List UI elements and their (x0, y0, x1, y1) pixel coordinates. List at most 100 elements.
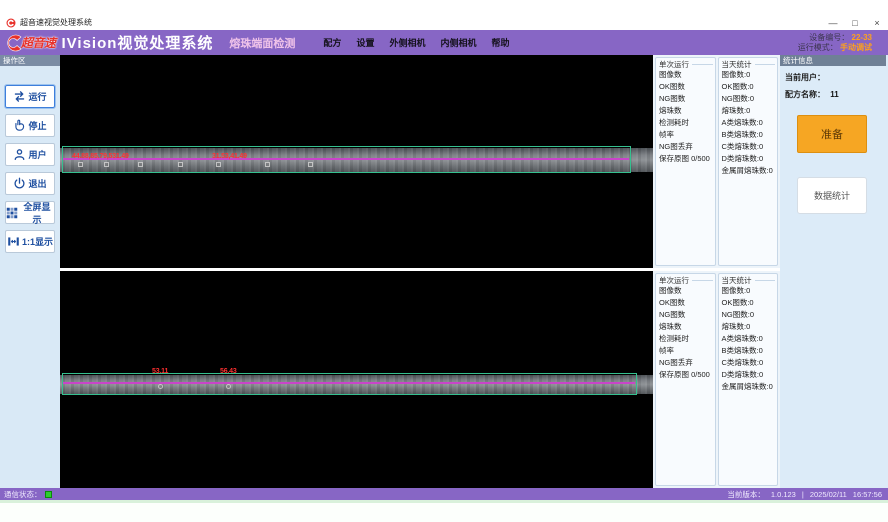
run-icon (13, 90, 26, 103)
stat-row: 金属屑熔珠数:0 (719, 381, 778, 393)
detection-line (63, 382, 635, 384)
stat-row: 保存原图 0/500 (656, 369, 715, 381)
stat-row: NG图数 (656, 93, 715, 105)
stats-panel-inner: 单次运行 图像数OK图数NG图数熔珠数检测耗时帧率NG图丢弃保存原图 0/500… (653, 271, 780, 488)
operation-sidebar: 操作区 运行 停止 (0, 55, 60, 488)
current-user-row: 当前用户： (780, 72, 888, 83)
window-title: 超音速视觉处理系统 (20, 17, 92, 28)
close-icon[interactable]: × (866, 16, 888, 30)
recipe-name-label: 配方名称： (785, 90, 825, 99)
stop-button-label: 停止 (28, 119, 46, 132)
user-button[interactable]: 用户 (5, 143, 55, 166)
minimize-icon[interactable]: — (822, 16, 844, 30)
current-user-label: 当前用户： (785, 73, 825, 82)
device-number-row: 设备编号： 22-33 (798, 33, 872, 43)
defect-marker (226, 384, 231, 389)
stat-row: B类熔珠数:0 (719, 129, 778, 141)
run-mode-label: 运行模式： (798, 43, 838, 52)
stat-row: 图像数:0 (719, 285, 778, 297)
stat-row: D类熔珠数:0 (719, 369, 778, 381)
stat-row: 熔珠数:0 (719, 105, 778, 117)
recipe-name-row: 配方名称： 11 (780, 89, 888, 100)
stop-hand-icon (13, 119, 26, 132)
single-run-groupbox: 单次运行 图像数OK图数NG图数熔珠数检测耗时帧率NG图丢弃保存原图 0/500 (655, 57, 716, 266)
camera-column: 44.88,85.79,531.49 31.53,41.49 53.11 56.… (60, 55, 653, 488)
stat-row: NG图数:0 (719, 309, 778, 321)
status-date: 2025/02/11 (810, 490, 847, 499)
detection-line (63, 158, 629, 160)
app-title: IVision视觉处理系统 (62, 32, 214, 53)
stat-row: 金属屑熔珠数:0 (719, 165, 778, 177)
daily-stats-title: 当天统计 (719, 274, 778, 285)
stat-row: 帧率 (656, 129, 715, 141)
one-to-one-button-label: 1:1显示 (22, 235, 53, 248)
comm-status-indicator (45, 491, 52, 498)
app-subtitle: 熔珠端面检测 (229, 35, 295, 51)
info-panel-title: 统计信息 (780, 55, 886, 66)
status-time: 16:57:56 (853, 490, 882, 499)
menu-bar: 配方 设置 外侧相机 内侧相机 帮助 (323, 36, 509, 49)
run-mode-row: 运行模式： 手动调试 (798, 43, 872, 53)
menu-item[interactable]: 设置 (356, 36, 374, 49)
comm-status-label: 通信状态： (4, 489, 42, 500)
menu-item[interactable]: 内侧相机 (440, 36, 476, 49)
stat-row: OK图数:0 (719, 297, 778, 309)
exit-button-label: 退出 (28, 177, 46, 190)
stats-panel-outer: 单次运行 图像数OK图数NG图数熔珠数检测耗时帧率NG图丢弃保存原图 0/500… (653, 55, 780, 268)
header-info: 设备编号： 22-33 运行模式： 手动调试 (798, 33, 872, 53)
defect-marker (78, 162, 83, 167)
statistics-column: 单次运行 图像数OK图数NG图数熔珠数检测耗时帧率NG图丢弃保存原图 0/500… (653, 55, 780, 488)
stat-row: NG图丢弃 (656, 141, 715, 153)
daily-stats-rows: 图像数:0OK图数:0NG图数:0熔珠数:0A类熔珠数:0B类熔珠数:0C类熔珠… (719, 285, 778, 393)
stat-row: 熔珠数:0 (719, 321, 778, 333)
single-run-rows: 图像数OK图数NG图数熔珠数检测耗时帧率NG图丢弃保存原图 0/500 (656, 285, 715, 381)
brand-logo: 超音速 (4, 34, 56, 52)
defect-marker (308, 162, 313, 167)
single-run-title: 单次运行 (656, 274, 715, 285)
camera-view-inner: 53.11 56.43 (60, 271, 653, 488)
stop-button[interactable]: 停止 (5, 114, 55, 137)
data-statistics-button[interactable]: 数据统计 (797, 177, 867, 214)
version-info: 当前版本： 1.0.123 | 2025/02/11 16:57:56 (727, 489, 882, 500)
device-number-label: 设备编号： (809, 33, 849, 42)
run-button[interactable]: 运行 (5, 85, 55, 108)
defect-marker (104, 162, 109, 167)
stat-row: 图像数 (656, 285, 715, 297)
version-separator: | (802, 490, 804, 499)
daily-stats-groupbox: 当天统计 图像数:0OK图数:0NG图数:0熔珠数:0A类熔珠数:0B类熔珠数:… (718, 273, 779, 486)
desktop-background (0, 500, 888, 522)
stat-row: 保存原图 0/500 (656, 153, 715, 165)
run-button-label: 运行 (28, 90, 46, 103)
brand-name: 超音速 (21, 34, 56, 51)
daily-stats-groupbox: 当天统计 图像数:0OK图数:0NG图数:0熔珠数:0A类熔珠数:0B类熔珠数:… (718, 57, 779, 266)
menu-item[interactable]: 配方 (323, 36, 341, 49)
fullscreen-button-label: 全屏显示 (20, 200, 54, 226)
stat-row: A类熔珠数:0 (719, 117, 778, 129)
recipe-name-value: 11 (830, 90, 838, 99)
one-to-one-button[interactable]: 1:1显示 (5, 230, 55, 253)
detection-frame (62, 373, 637, 395)
measurement-annotation: 56.43 (220, 368, 237, 375)
comm-status: 通信状态： (4, 489, 52, 500)
stat-row: 帧率 (656, 345, 715, 357)
app-logo-icon (6, 18, 16, 28)
info-panel: 统计信息 当前用户： 配方名称： 11 准备 数据统计 (780, 55, 888, 488)
stat-row: A类熔珠数:0 (719, 333, 778, 345)
stat-row: 图像数:0 (719, 69, 778, 81)
defect-marker (178, 162, 183, 167)
fullscreen-grid-icon (6, 207, 18, 219)
app-window: 超音速视觉处理系统 — □ × 超音速 IVision视觉处理系统 熔珠端面检测… (0, 0, 888, 522)
maximize-icon[interactable]: □ (844, 16, 866, 30)
menu-item[interactable]: 外侧相机 (389, 36, 425, 49)
prepare-button[interactable]: 准备 (797, 115, 867, 153)
stat-row: NG图丢弃 (656, 357, 715, 369)
version-value: 1.0.123 (771, 490, 796, 499)
defect-marker (158, 384, 163, 389)
fullscreen-button[interactable]: 全屏显示 (5, 201, 55, 224)
version-label: 当前版本： (727, 489, 765, 500)
stat-row: 检测耗时 (656, 333, 715, 345)
menu-item[interactable]: 帮助 (491, 36, 509, 49)
stat-row: NG图数:0 (719, 93, 778, 105)
exit-button[interactable]: 退出 (5, 172, 55, 195)
stat-row: NG图数 (656, 309, 715, 321)
